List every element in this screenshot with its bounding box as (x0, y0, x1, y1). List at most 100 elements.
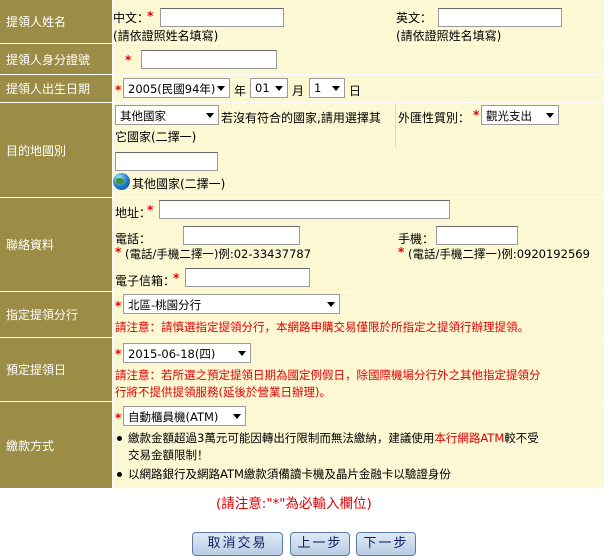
email-input[interactable] (185, 268, 310, 287)
month-unit: 月 (292, 84, 305, 98)
mobile-input[interactable] (436, 226, 518, 245)
address-input[interactable] (159, 200, 450, 219)
required-mark: * (473, 108, 480, 122)
row-name: 提領人姓名 中文： * (請依證照姓名填寫) 英文： (請依證照姓名填寫) (0, 0, 604, 43)
value-birth: * 2005(民國94年) 年 01 月 1 日 (113, 75, 604, 102)
en-name-input[interactable] (438, 8, 562, 27)
tel-hint: (電話/手機二擇一)例:02-33437787 (125, 247, 312, 261)
branch-notice: 請注意：請慎選指定提領分行，本網路申購交易僅限於所指定之提領行辦理提領。 (115, 320, 529, 334)
mobile-hint: (電話/手機二擇一)例:0920192569 (408, 247, 590, 261)
value-id: * (113, 44, 604, 74)
required-mark: * (115, 347, 122, 361)
birth-year-value: 2005(民國94年) (128, 82, 216, 96)
chevron-down-icon (206, 113, 214, 118)
required-mark: * (115, 411, 122, 425)
row-destination: 目的地國別 其他國家 若沒有符合的國家,請用選擇其 它國家(二擇一) 外匯性質別… (0, 103, 604, 197)
label-contact: 聯絡資料 (0, 198, 112, 291)
chevron-down-icon (238, 351, 246, 356)
branch-select-value: 北區-桃園分行 (128, 298, 202, 312)
required-mark: * (398, 245, 405, 259)
label-name: 提領人姓名 (0, 0, 112, 43)
birth-month-select[interactable]: 01 (250, 78, 288, 98)
next-button[interactable]: 下一步 (356, 532, 416, 556)
required-mark: * (147, 9, 154, 23)
value-payment: * 自動櫃員機(ATM) 繳款金額超過3萬元可能因轉出行限制而無法繳納，建議使用… (113, 402, 604, 488)
en-name-label: 英文： (396, 11, 433, 25)
row-branch: 指定提領分行 * 北區-桃園分行 請注意：請慎選指定提領分行，本網路申購交易僅限… (0, 292, 604, 337)
label-id: 提領人身分證號 (0, 44, 112, 74)
required-mark: * (115, 245, 122, 259)
bullet-icon (117, 436, 122, 441)
label-destination: 目的地國別 (0, 103, 112, 197)
day-unit: 日 (349, 84, 362, 98)
required-mark: * (173, 271, 180, 285)
chevron-down-icon (233, 414, 241, 419)
cn-name-label: 中文： (113, 11, 150, 25)
payment-select-value: 自動櫃員機(ATM) (128, 410, 219, 424)
row-payment: 繳款方式 * 自動櫃員機(ATM) 繳款金額超過3萬元可能因轉出行限制而無法繳納… (0, 402, 604, 488)
application-form: 提領人姓名 中文： * (請依證照姓名填寫) 英文： (請依證照姓名填寫) 提領… (0, 0, 604, 488)
online-atm-link[interactable]: 本行網路ATM (434, 431, 504, 445)
year-unit: 年 (234, 84, 247, 98)
cn-name-input[interactable] (160, 8, 284, 27)
en-name-hint: (請依證照姓名填寫) (396, 29, 502, 43)
chevron-down-icon (546, 113, 554, 118)
chevron-down-icon (275, 86, 283, 91)
cn-name-hint: (請依證照姓名填寫) (113, 29, 219, 43)
branch-select[interactable]: 北區-桃園分行 (123, 294, 340, 314)
required-mark: * (147, 203, 154, 217)
foreign-type-select[interactable]: 觀光支出 (481, 105, 559, 125)
row-date: 預定提領日 * 2015-06-18(四) 請注意：若所選之預定提領日期為國定例… (0, 338, 604, 401)
payment-select[interactable]: 自動櫃員機(ATM) (123, 406, 246, 426)
other-country-input[interactable] (115, 152, 218, 171)
value-date: * 2015-06-18(四) 請注意：若所選之預定提領日期為國定例假日，除國際… (113, 338, 604, 401)
required-note: (請注意:"*"為必輸入欄位) (216, 496, 372, 512)
birth-day-value: 1 (314, 81, 322, 95)
cancel-button[interactable]: 取消交易 (192, 532, 283, 556)
birth-day-select[interactable]: 1 (309, 78, 345, 98)
row-contact: 聯絡資料 地址： * 電話： * (電話/手機二擇一)例:02-33437787… (0, 198, 604, 291)
label-payment: 繳款方式 (0, 402, 112, 488)
value-destination: 其他國家 若沒有符合的國家,請用選擇其 它國家(二擇一) 外匯性質別： * 觀光… (113, 103, 604, 197)
label-branch: 指定提領分行 (0, 292, 112, 337)
prev-button[interactable]: 上一步 (290, 532, 350, 556)
birth-year-select[interactable]: 2005(民國94年) (123, 78, 230, 98)
country-select-value: 其他國家 (120, 109, 166, 123)
country-select[interactable]: 其他國家 (115, 105, 219, 125)
date-notice-1: 請注意：若所選之預定提領日期為國定例假日，除國際機場分行外之其他指定提領分 (115, 368, 541, 382)
required-mark: * (115, 299, 122, 313)
label-birth: 提領人出生日期 (0, 75, 112, 102)
date-select[interactable]: 2015-06-18(四) (123, 343, 251, 363)
date-notice-2: 行將不提供提領服務(延後於營業日辦理)。 (115, 385, 331, 399)
payment-note-2: 以網路銀行及網路ATM繳款須備讀卡機及晶片金融卡以驗證身份 (128, 467, 451, 481)
chevron-down-icon (327, 302, 335, 307)
row-birth: 提領人出生日期 * 2005(民國94年) 年 01 月 1 日 (0, 75, 604, 102)
date-select-value: 2015-06-18(四) (128, 347, 216, 361)
email-label: 電子信箱： (115, 274, 176, 288)
value-branch: * 北區-桃園分行 請注意：請慎選指定提領分行，本網路申購交易僅限於所指定之提領… (113, 292, 604, 337)
other-country-label: 其他國家(二擇一) (132, 177, 226, 191)
payment-note-1b: 較不受 (504, 431, 539, 445)
foreign-type-label: 外匯性質別： (398, 111, 471, 125)
label-date: 預定提領日 (0, 338, 112, 401)
birth-month-value: 01 (255, 81, 270, 95)
id-number-input[interactable] (141, 50, 277, 69)
chevron-down-icon (332, 86, 340, 91)
globe-icon[interactable] (113, 173, 130, 190)
chevron-down-icon (217, 86, 225, 91)
row-id: 提領人身分證號 * (0, 44, 604, 74)
payment-note-1a: 繳款金額超過3萬元可能因轉出行限制而無法繳納，建議使用 (128, 431, 435, 445)
country-note-1: 若沒有符合的國家,請用選擇其 (221, 111, 381, 125)
address-label: 地址： (115, 206, 152, 220)
country-note-2: 它國家(二擇一) (115, 130, 197, 144)
cell-divider (395, 103, 396, 148)
payment-note-1c: 交易金額限制！ (128, 448, 209, 462)
payment-note-1: 繳款金額超過3萬元可能因轉出行限制而無法繳納，建議使用本行網路ATM較不受 (128, 430, 539, 446)
required-mark: * (115, 83, 122, 97)
value-contact: 地址： * 電話： * (電話/手機二擇一)例:02-33437787 手機： … (113, 198, 604, 291)
bullet-icon (117, 472, 122, 477)
foreign-type-value: 觀光支出 (486, 109, 532, 123)
value-name: 中文： * (請依證照姓名填寫) 英文： (請依證照姓名填寫) (113, 0, 604, 43)
required-mark: * (125, 53, 132, 67)
tel-input[interactable] (183, 226, 300, 245)
